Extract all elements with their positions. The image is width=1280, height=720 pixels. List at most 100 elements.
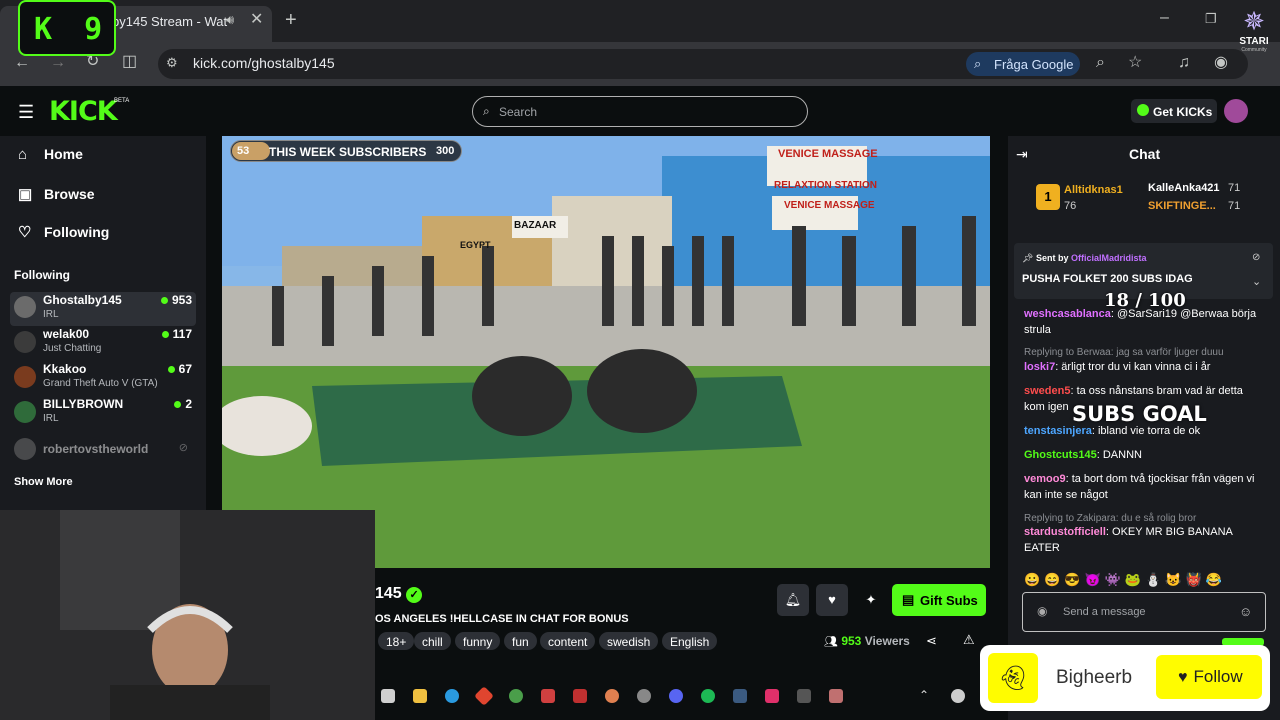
channel-name[interactable]: 145 ✓ — [375, 585, 423, 603]
gift-subs-button[interactable]: ▤ Gift Subs — [892, 584, 986, 616]
avatar — [14, 438, 36, 460]
shield-icon[interactable] — [573, 689, 587, 703]
firefox-icon[interactable] — [605, 689, 619, 703]
following-item-billybrown[interactable]: BILLYBROWN IRL 2 — [10, 397, 196, 431]
heart-icon: ♥ — [1178, 669, 1188, 686]
obs-icon[interactable] — [637, 689, 651, 703]
following-viewers: 2 — [174, 397, 192, 411]
close-tab-icon[interactable]: ✕ — [250, 12, 263, 28]
chat-input[interactable]: ◉ Send a message ☺ — [1022, 592, 1266, 632]
follow-heart-button[interactable]: ♥ — [816, 584, 848, 616]
adobe-icon[interactable] — [541, 689, 555, 703]
google-lens-button[interactable]: ⌕ Fråga Google — [966, 52, 1080, 76]
emote-bar[interactable]: 😀😄😎😈👾🐸⛄😺👹😂 — [1024, 572, 1264, 588]
kick-counter-overlay: K 9 — [18, 0, 116, 56]
url-text[interactable]: kick.com/ghostalby145 — [193, 55, 335, 71]
tag-content[interactable]: content — [540, 632, 596, 650]
following-viewers: 67 — [167, 362, 192, 376]
edge-icon[interactable] — [445, 689, 459, 703]
app-icon-3[interactable] — [829, 689, 843, 703]
minimize-icon[interactable]: – — [1160, 10, 1169, 26]
chat-message: vemoo9: ta bort dom två tjockisar från v… — [1024, 473, 1255, 501]
chrome-icon[interactable] — [509, 689, 523, 703]
expand-chevron-icon[interactable]: ⌄ — [1252, 275, 1261, 288]
live-dot-icon — [160, 297, 168, 304]
tag-swedish[interactable]: swedish — [599, 632, 659, 650]
forward-icon[interactable]: → — [50, 55, 66, 71]
tray-chevron-icon[interactable]: ⌃ — [919, 688, 929, 702]
chat-placeholder: Send a message — [1063, 606, 1146, 618]
side-panel-icon[interactable]: ◫ — [122, 54, 137, 70]
leader-3-name[interactable]: SKIFTINGE... — [1148, 200, 1216, 212]
media-control-icon[interactable]: ♫ — [1178, 55, 1190, 71]
menu-icon[interactable]: ☰ — [18, 102, 34, 123]
nav-browse[interactable]: ▣ Browse — [18, 185, 95, 203]
sparkle-icon: ✦ — [865, 592, 877, 607]
explorer-icon[interactable] — [413, 689, 427, 703]
leader-2-count: 71 — [1228, 182, 1241, 194]
stari-logo: ✵ STARI Community — [1234, 6, 1274, 66]
app-icon-2[interactable] — [797, 689, 811, 703]
leader-2-name[interactable]: KalleAnka421 — [1148, 182, 1220, 194]
tiktok-icon[interactable] — [765, 689, 779, 703]
browser-tab-bar: by145 Stream - Wat 🔊︎ ✕ + – ❐ — [0, 0, 1280, 42]
get-kicks-button[interactable]: Get KICKs — [1131, 99, 1217, 123]
app-icon[interactable] — [474, 686, 494, 706]
zoom-icon[interactable]: ⌕ — [1096, 55, 1105, 71]
following-item-ghostalby145[interactable]: Ghostalby145 IRL 953 — [10, 292, 196, 326]
tag-english[interactable]: English — [662, 632, 718, 650]
subscriber-label: THIS WEEK SUBSCRIBERS — [269, 145, 427, 159]
new-tab-icon[interactable]: + — [285, 10, 297, 30]
get-kicks-label: Get KICKs — [1153, 105, 1213, 119]
avatar — [14, 331, 36, 353]
bookmark-star-icon[interactable]: ☆ — [1128, 55, 1142, 71]
report-icon[interactable]: ⚠ — [963, 632, 975, 648]
taskbar: ⌃ — [375, 680, 975, 712]
sign-bazaar: BAZAAR — [514, 220, 557, 231]
nav-following[interactable]: ♡ Following — [18, 223, 109, 241]
following-item-welak00[interactable]: welak00 Just Chatting 117 — [10, 327, 196, 361]
sign-venice-massage-2: VENICE MASSAGE — [784, 200, 875, 211]
leader-1-name[interactable]: Alltidknas1 — [1064, 184, 1123, 196]
sign-egypt: EGYPT — [460, 240, 491, 250]
speaker-icon[interactable]: 🔊︎ — [226, 13, 234, 26]
nav-home[interactable]: ⌂ Home — [18, 146, 83, 163]
search-icon: ⌕ — [483, 104, 490, 118]
tray-app-icon[interactable] — [951, 689, 965, 703]
notification-bell-button[interactable]: 🔔︎ — [777, 584, 809, 616]
search-input[interactable]: ⌕ Search — [472, 96, 808, 127]
kicks-button[interactable]: ✦ — [855, 584, 887, 616]
restore-icon[interactable]: ❐ — [1205, 12, 1217, 25]
leader-1-count: 76 — [1064, 200, 1077, 212]
collapse-chat-icon[interactable]: ⇥ — [1016, 146, 1028, 163]
kicks-coin-icon — [1137, 104, 1149, 116]
unpin-icon[interactable]: ⊘ — [1252, 252, 1260, 263]
profile-icon[interactable]: ◉ — [1214, 55, 1228, 71]
video-player[interactable]: VENICE MASSAGE RELAXTION STATION VENICE … — [222, 136, 990, 568]
reload-icon[interactable]: ↻ — [86, 54, 99, 70]
taskview-icon[interactable] — [381, 689, 395, 703]
show-more-button[interactable]: Show More — [14, 476, 73, 488]
follow-button[interactable]: ♥ Follow — [1156, 655, 1262, 699]
home-icon: ⌂ — [18, 146, 28, 163]
kick-logo[interactable]: KICK — [49, 96, 118, 127]
user-avatar[interactable] — [1224, 99, 1248, 123]
avatar — [14, 366, 36, 388]
following-item-kkakoo[interactable]: Kkakoo Grand Theft Auto V (GTA) 67 — [10, 362, 196, 396]
tag-chill[interactable]: chill — [414, 632, 451, 650]
steam-icon[interactable] — [733, 689, 747, 703]
tag-18plus[interactable]: 18+ — [378, 632, 415, 650]
following-name: Ghostalby145 — [43, 293, 122, 307]
offline-icon: ⊘ — [178, 442, 188, 454]
tag-fun[interactable]: fun — [504, 632, 537, 650]
share-icon[interactable]: ⋖ — [926, 633, 937, 649]
back-icon[interactable]: ← — [14, 55, 30, 71]
following-item-robertovstheworld[interactable]: robertovstheworld ⊘ — [10, 438, 196, 472]
snapchat-icon: 👻︎ — [988, 653, 1038, 703]
discord-icon[interactable] — [669, 689, 683, 703]
site-info-icon[interactable]: ⚙ — [166, 56, 178, 69]
emoji-icon[interactable]: ☺ — [1239, 604, 1252, 619]
tag-funny[interactable]: funny — [455, 632, 501, 650]
tab-title[interactable]: by145 Stream - Wat — [112, 14, 227, 29]
spotify-icon[interactable] — [701, 689, 715, 703]
